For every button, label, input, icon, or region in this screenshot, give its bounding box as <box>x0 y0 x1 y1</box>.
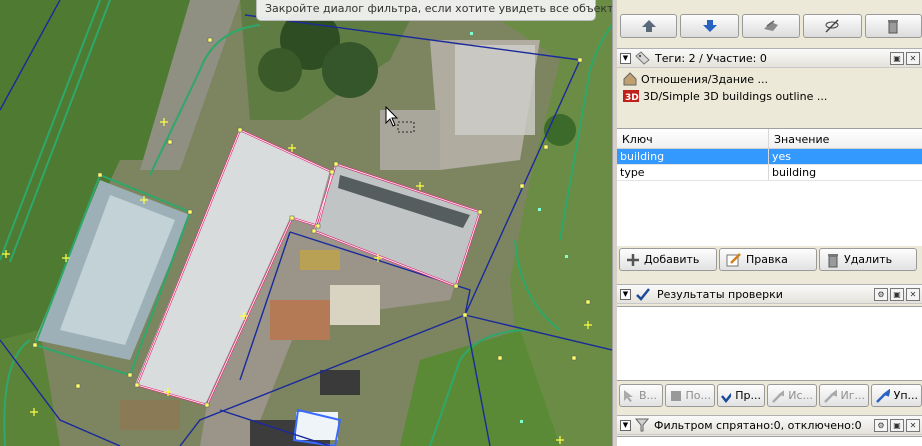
relation-item[interactable]: Отношения/Здание ... <box>623 71 768 87</box>
fix-label: Ис... <box>788 389 813 402</box>
edit-tag-button[interactable]: Правка <box>719 248 817 271</box>
zoom-icon <box>671 390 681 401</box>
validation-results-list[interactable] <box>617 306 922 381</box>
hide-icon <box>825 19 839 33</box>
zoom-label: По... <box>685 389 712 402</box>
trash-icon <box>888 20 899 34</box>
merge-button[interactable] <box>741 14 801 38</box>
close-icon[interactable]: ✕ <box>906 52 920 65</box>
arrow-up-icon <box>641 20 656 32</box>
fix-button[interactable]: Ис... <box>767 384 817 407</box>
settings-icon[interactable]: ⚙ <box>874 288 888 301</box>
move-up-button[interactable] <box>620 14 678 38</box>
preset-item[interactable]: 3D 3D/Simple 3D buildings outline ... <box>623 88 827 104</box>
relation-label: Отношения/Здание ... <box>641 72 768 86</box>
relation-toolbar <box>617 14 922 40</box>
ignore-icon <box>824 389 837 403</box>
tags-table: Ключ Значение building yes type building <box>617 128 922 246</box>
svg-text:3D: 3D <box>625 93 639 103</box>
checkmark-icon <box>721 391 732 403</box>
trash-icon <box>828 253 838 267</box>
tags-panel-header[interactable]: ▼ Теги: 2 / Участие: 0 ▣ ✕ <box>617 48 922 68</box>
move-down-button[interactable] <box>680 14 739 38</box>
zoom-to-problem-button[interactable]: По... <box>665 384 715 407</box>
arrow-down-icon <box>702 20 717 32</box>
add-tag-button[interactable]: Добавить <box>619 248 717 271</box>
table-row[interactable]: building yes <box>617 149 922 165</box>
tag-value[interactable]: yes <box>769 149 791 164</box>
upload-label: Уп... <box>893 389 918 402</box>
table-header: Ключ Значение <box>617 129 922 149</box>
table-row[interactable]: type building <box>617 165 922 181</box>
close-icon[interactable]: ✕ <box>906 288 920 301</box>
select-icon <box>624 389 633 402</box>
3d-preset-icon: 3D <box>623 90 639 103</box>
validate-button[interactable]: Пр... <box>717 384 765 407</box>
tags-panel-title: Теги: 2 / Участие: 0 <box>655 51 767 65</box>
ignore-label: Иг... <box>840 389 866 402</box>
merge-icon <box>763 20 778 31</box>
select-button[interactable]: В... <box>619 384 663 407</box>
relation-icon <box>623 72 637 86</box>
filter-list[interactable] <box>617 436 922 446</box>
map-canvas[interactable] <box>0 0 612 446</box>
filter-icon <box>635 418 649 432</box>
checkmark-icon <box>636 288 650 301</box>
upload-button[interactable]: Уп... <box>871 384 922 407</box>
hide-button[interactable] <box>803 14 862 38</box>
add-tag-label: Добавить <box>644 253 700 266</box>
edit-icon <box>726 252 741 266</box>
undock-icon[interactable]: ▣ <box>890 52 904 65</box>
filter-notice-text: Закройте диалог фильтра, если хотите уви… <box>265 2 612 15</box>
select-label: В... <box>639 389 658 402</box>
side-panels: ▼ Теги: 2 / Участие: 0 ▣ ✕ Отношения/Зда… <box>617 0 922 446</box>
filter-panel-header[interactable]: ▼ Фильтром спрятано:0, отключено:0 ⚙ ▣ ✕ <box>617 415 922 435</box>
map-view[interactable]: Закройте диалог фильтра, если хотите уви… <box>0 0 612 446</box>
tags-action-buttons: Добавить Правка Удалить <box>617 248 922 274</box>
validation-panel-header[interactable]: ▼ Результаты проверки ⚙ ▣ ✕ <box>617 284 922 304</box>
validate-label: Пр... <box>735 389 761 402</box>
settings-icon[interactable]: ⚙ <box>874 419 888 432</box>
wrench-icon <box>876 388 890 403</box>
validation-panel-title: Результаты проверки <box>657 287 783 301</box>
tag-key[interactable]: building <box>617 149 769 164</box>
ignore-button[interactable]: Иг... <box>819 384 869 407</box>
tag-value[interactable]: building <box>769 165 816 180</box>
collapse-icon[interactable]: ▼ <box>620 52 631 64</box>
plus-icon <box>627 253 639 266</box>
filter-notice-banner: Закройте диалог фильтра, если хотите уви… <box>256 0 612 21</box>
delete-member-button[interactable] <box>864 14 922 38</box>
column-header-value[interactable]: Значение <box>769 129 829 148</box>
column-header-key[interactable]: Ключ <box>617 129 769 148</box>
preset-label: 3D/Simple 3D buildings outline ... <box>643 89 828 103</box>
undock-icon[interactable]: ▣ <box>890 419 904 432</box>
close-icon[interactable]: ✕ <box>906 419 920 432</box>
delete-tag-button[interactable]: Удалить <box>819 248 917 271</box>
undock-icon[interactable]: ▣ <box>890 288 904 301</box>
collapse-icon[interactable]: ▼ <box>620 419 631 431</box>
collapse-icon[interactable]: ▼ <box>620 288 631 300</box>
validation-action-buttons: В... По... Пр... Ис... Иг... Уп... <box>617 384 922 410</box>
filter-panel-title: Фильтром спрятано:0, отключено:0 <box>654 418 862 432</box>
delete-tag-label: Удалить <box>844 253 893 266</box>
tag-key[interactable]: type <box>617 165 769 180</box>
tag-icon <box>635 51 650 65</box>
edit-tag-label: Правка <box>746 253 788 266</box>
wrench-icon <box>772 389 785 403</box>
